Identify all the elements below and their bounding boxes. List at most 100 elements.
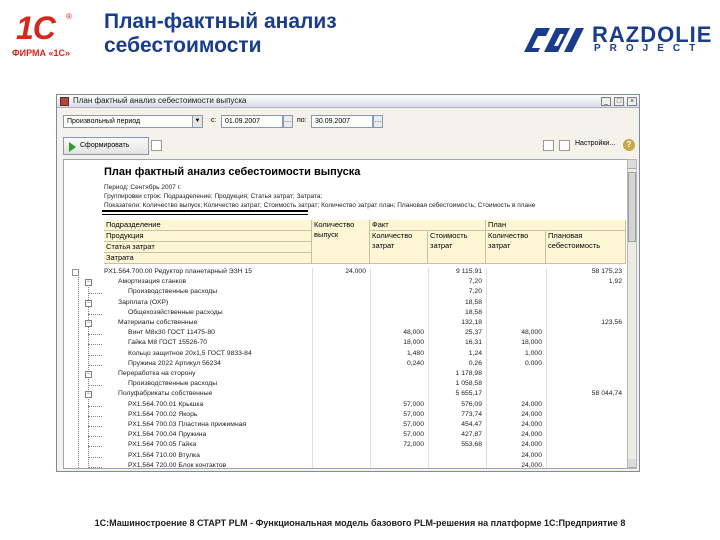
cell-fact-cost: 132,18 — [461, 319, 482, 326]
header-output-qty-top: Количество — [314, 220, 355, 229]
report-options-icon[interactable] — [151, 140, 162, 151]
window-titlebar[interactable]: План фактный анализ себестоимости выпуск… — [57, 95, 639, 108]
cell-fact-cost: 9 115,91 — [456, 268, 482, 275]
header-output-qty-sub: выпуск — [314, 230, 339, 239]
cell-fact-qty: 57,000 — [403, 431, 424, 439]
cell-fact-cost: 0,26 — [468, 359, 482, 367]
cell-plan-qty: 24,000 — [521, 441, 542, 449]
column-separator — [312, 268, 313, 468]
row-label: Кольцо защитное 20х1,5 ГОСТ 9833-84 — [128, 349, 252, 357]
header-department: Подразделение — [104, 220, 312, 231]
to-date-field[interactable]: 30.09.2007 — [311, 115, 373, 128]
report-sheet[interactable]: План фактный анализ себестоимости выпуск… — [63, 159, 629, 469]
cell-plan-qty: 1,000 — [524, 349, 542, 357]
tree-branch — [88, 426, 102, 427]
vertical-scrollbar[interactable] — [627, 159, 637, 469]
maximize-button[interactable]: □ — [614, 97, 624, 106]
row-label: РХ1.564.700.00 Редуктор планетарный ЭЗН … — [104, 268, 253, 275]
report-period: Период: Сентябрь 2007 г. — [104, 184, 181, 191]
collapse-toggle-icon[interactable]: − — [85, 279, 92, 287]
to-date-picker-button[interactable]: … — [373, 115, 383, 128]
cell-fact-qty: 57,000 — [403, 410, 424, 418]
tree-branch — [88, 354, 102, 356]
cell-fact-qty: 48,000 — [403, 329, 424, 337]
cell-plan-cost: 58 175,23 — [591, 268, 622, 275]
cell-fact-cost: 25,37 — [464, 329, 482, 337]
play-icon — [69, 142, 76, 152]
header-output-qty: Количество выпуск — [312, 220, 370, 264]
cell-output-qty: 24,000 — [345, 268, 366, 275]
report-indicators: Показатели: Количество выпуск; Количеств… — [104, 202, 536, 209]
close-button[interactable]: × — [627, 97, 637, 106]
header-product: Продукция — [104, 231, 312, 242]
group-checkbox[interactable] — [72, 269, 79, 276]
report-layout-icon[interactable] — [559, 140, 570, 151]
report-title: План фактный анализ себестоимости выпуск… — [104, 166, 361, 178]
row-label: РХ1.564 720.00 Блок контактов — [128, 461, 227, 469]
slide-title: План-фактный анализ себестоимости — [104, 10, 434, 58]
collapse-toggle-icon[interactable]: − — [85, 371, 92, 378]
logo-1c-firm-text: ФИРМА «1С» — [12, 48, 71, 58]
header-fact-qty: Количество затрат — [370, 231, 428, 264]
collapse-toggle-icon[interactable]: − — [85, 320, 92, 327]
slide-title-line1: План-фактный анализ — [104, 10, 337, 33]
cell-plan-cost: 1,92 — [608, 278, 622, 286]
cell-fact-qty: 57,000 — [403, 400, 424, 408]
column-separator — [428, 268, 429, 468]
scroll-down-button[interactable] — [628, 459, 636, 468]
from-date-field[interactable]: 01.09.2007 — [221, 115, 283, 128]
cell-plan-qty: 24,000 — [521, 451, 542, 459]
cell-plan-qty: 24,000 — [521, 461, 542, 469]
cell-fact-cost: 7,20 — [468, 288, 482, 296]
tree-branch — [88, 436, 102, 438]
row-label: Переработка на сторону — [118, 370, 196, 377]
minimize-button[interactable]: _ — [601, 97, 611, 106]
report-view-icon[interactable] — [543, 140, 554, 151]
report-window: План фактный анализ себестоимости выпуск… — [56, 94, 640, 472]
header-plan-qty: Количество затрат — [486, 231, 546, 264]
cell-plan-qty: 24,000 — [521, 421, 542, 428]
chevron-down-icon[interactable]: ▼ — [192, 116, 202, 127]
period-type-select[interactable]: Произвольный период ▼ — [63, 115, 203, 128]
cell-fact-cost: 18,58 — [464, 308, 482, 316]
generate-button-label: Сформировать — [80, 142, 130, 149]
scroll-thumb[interactable] — [628, 172, 636, 242]
tree-branch — [88, 293, 102, 295]
tree-branch — [88, 456, 102, 458]
tree-branch — [88, 405, 102, 407]
generate-button[interactable]: Сформировать — [63, 137, 149, 155]
cell-plan-qty: 18,000 — [521, 339, 542, 347]
cell-plan-qty: 24,000 — [521, 431, 542, 439]
row-label: РХ1.564 700.02 Якорь — [128, 410, 198, 418]
row-label: Полуфабрикаты собственные — [118, 390, 213, 398]
row-label: Пружина 2022 Артикул 56234 — [128, 359, 221, 367]
cell-selection — [102, 210, 308, 215]
tree-branch — [88, 466, 102, 468]
cell-plan-qty: 0,000 — [524, 359, 542, 367]
cell-fact-cost: 427,87 — [461, 431, 482, 439]
tree-branch — [88, 334, 102, 336]
period-parameters: Произвольный период ▼ с: 01.09.2007 … по… — [63, 115, 633, 129]
row-label: Гайка М8 ГОСТ 15526-70 — [128, 339, 208, 347]
row-label: Амортизация станков — [118, 278, 187, 286]
from-date-picker-button[interactable]: … — [283, 115, 293, 128]
tree-branch — [88, 344, 102, 346]
cell-fact-cost: 553,68 — [461, 441, 482, 449]
cell-fact-cost: 5 655,17 — [455, 390, 482, 398]
collapse-toggle-icon[interactable]: − — [85, 299, 92, 307]
cell-plan-cost: 123,56 — [601, 319, 622, 326]
scroll-up-button[interactable] — [628, 160, 636, 169]
cell-plan-qty: 24,000 — [521, 400, 542, 408]
from-label: с: — [211, 117, 217, 124]
collapse-toggle-icon[interactable]: − — [85, 391, 92, 399]
row-label: Винт М8х30 ГОСТ 11475-80 — [128, 329, 215, 337]
window-title: План фактный анализ себестоимости выпуск… — [73, 96, 247, 105]
row-label: РХ1.564 700.03 Пластина прижимная — [128, 421, 247, 428]
row-label: РХ1.564.700.01 Крышка — [128, 400, 204, 408]
tree-branch — [88, 313, 102, 315]
help-icon[interactable]: ? — [623, 139, 635, 151]
cell-fact-qty: 0,240 — [406, 359, 424, 367]
settings-button[interactable]: Настройки... — [575, 140, 615, 147]
row-label: РХ1.564 700.05 Гайка — [128, 441, 197, 449]
row-label: Производственные расходы — [128, 288, 218, 296]
